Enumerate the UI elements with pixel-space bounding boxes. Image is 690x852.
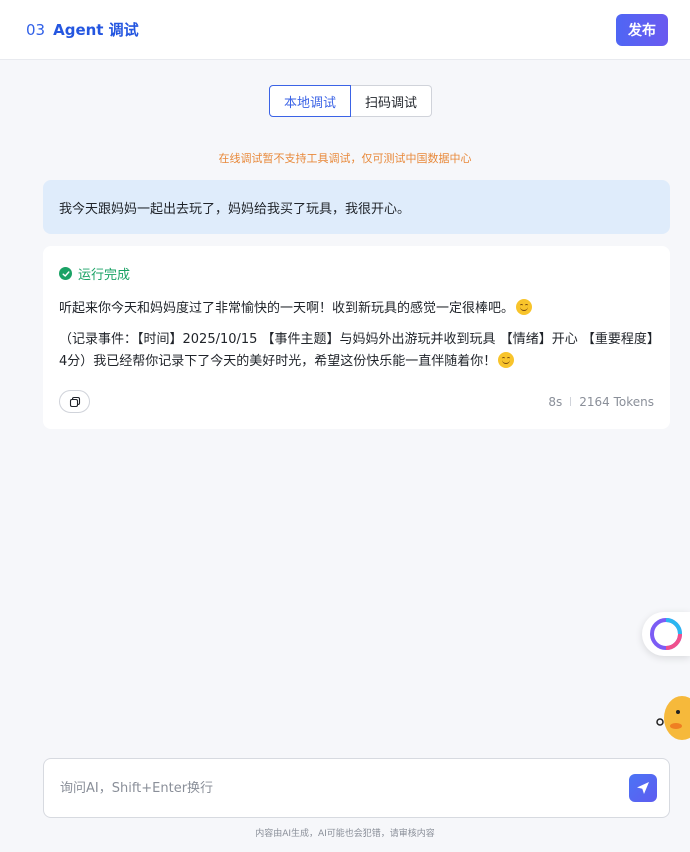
tab-local-debug[interactable]: 本地调试 — [269, 85, 352, 117]
swirl-logo-icon — [650, 618, 682, 650]
run-status-label: 运行完成 — [78, 268, 131, 283]
mascot-character[interactable] — [652, 690, 690, 744]
step-number: 03 — [26, 20, 46, 39]
response-footer: 8s 2164 Tokens — [59, 390, 654, 413]
duck-mascot-icon — [656, 696, 690, 740]
ai-reply-line-1: 听起来你今天和妈妈度过了非常愉快的一天啊！收到新玩具的感觉一定很棒吧。 — [59, 299, 654, 319]
ai-reply-text-1: 听起来你今天和妈妈度过了非常愉快的一天啊！收到新玩具的感觉一定很棒吧。 — [59, 301, 515, 316]
ai-reply-line-2: （记录事件：【时间】2025/10/15 【事件主题】与妈妈外出游玩并收到玩具 … — [59, 329, 654, 373]
smile-emoji-icon — [516, 299, 533, 315]
check-circle-icon — [59, 267, 72, 280]
user-message-bubble: 我今天跟妈妈一起出去玩了，妈妈给我买了玩具，我很开心。 — [43, 180, 670, 234]
chat-input-box — [43, 758, 670, 818]
debug-mode-tabs: 本地调试 扫码调试 — [269, 85, 433, 117]
meta-divider — [570, 397, 572, 406]
smile-emoji-icon — [498, 352, 515, 368]
token-count: 2164 Tokens — [579, 394, 654, 409]
response-duration: 8s — [548, 394, 563, 409]
page-title: Agent 调试 — [53, 21, 139, 39]
publish-button[interactable]: 发布 — [616, 13, 668, 46]
chat-input[interactable] — [60, 780, 629, 796]
send-icon — [637, 782, 649, 794]
ai-reply-text-2: （记录事件：【时间】2025/10/15 【事件主题】与妈妈外出游玩并收到玩具 … — [59, 332, 654, 369]
assistant-launcher-button[interactable] — [642, 612, 690, 656]
send-button[interactable] — [629, 774, 657, 802]
copy-icon — [69, 396, 80, 407]
run-status: 运行完成 — [59, 264, 654, 283]
ai-response-card: 运行完成 听起来你今天和妈妈度过了非常愉快的一天啊！收到新玩具的感觉一定很棒吧。… — [43, 246, 670, 429]
user-message-text: 我今天跟妈妈一起出去玩了，妈妈给我买了玩具，我很开心。 — [59, 201, 411, 217]
debug-notice: 在线调试暂不支持工具调试，仅可测试中国数据中心 — [218, 152, 472, 165]
copy-button[interactable] — [59, 390, 90, 413]
top-bar: 03 Agent 调试 发布 — [0, 0, 690, 60]
tab-scan-debug[interactable]: 扫码调试 — [351, 85, 433, 117]
ai-disclaimer: 内容由AI生成，AI可能也会犯错，请审核内容 — [255, 829, 435, 839]
response-meta: 8s 2164 Tokens — [548, 395, 654, 409]
